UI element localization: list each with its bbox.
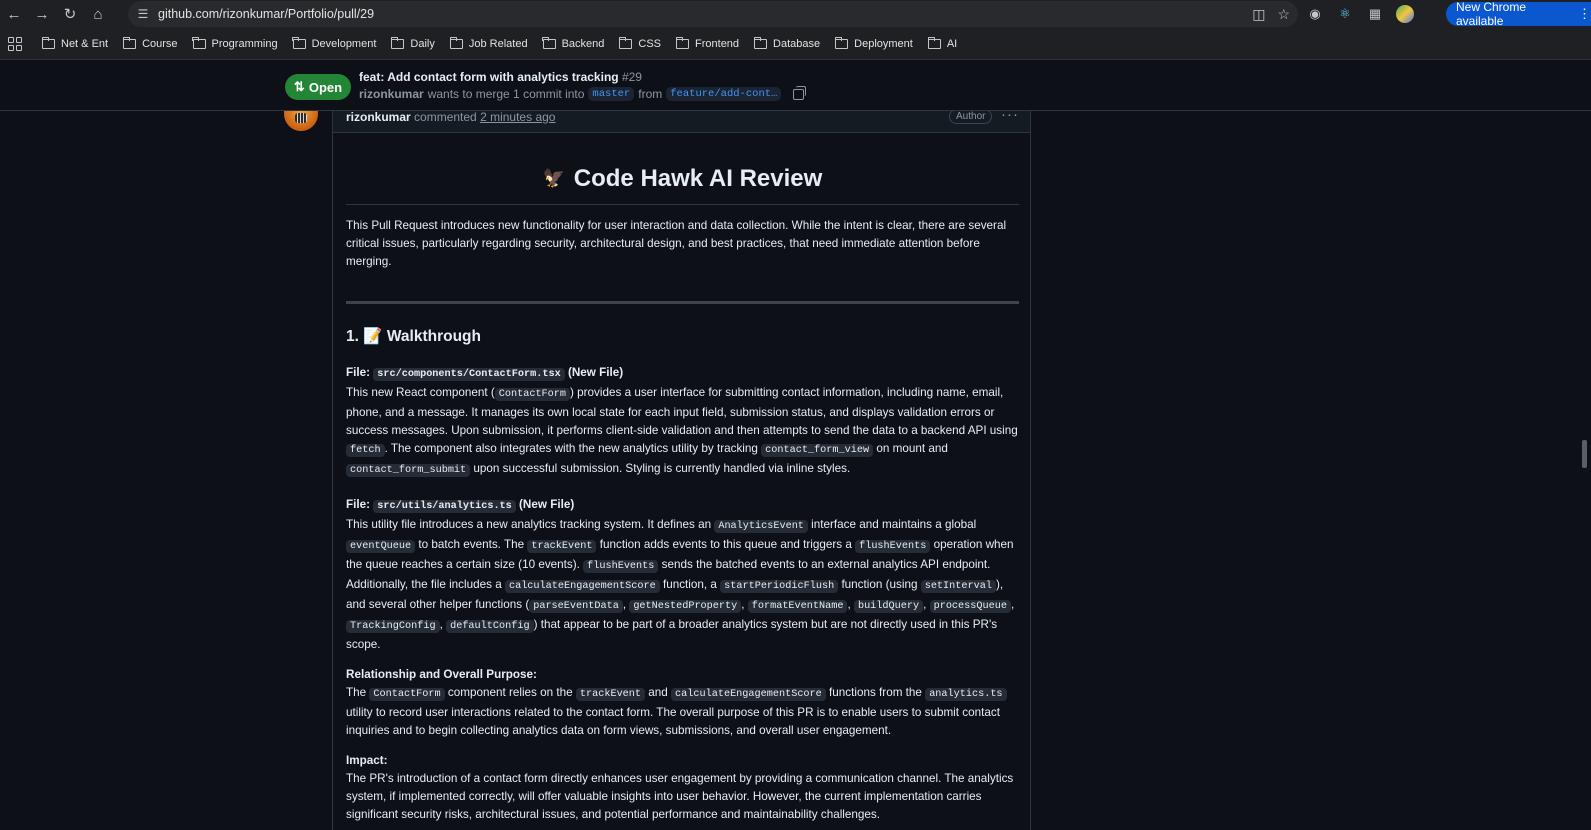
folder-icon <box>391 36 405 49</box>
apps-grid-icon[interactable] <box>8 36 22 51</box>
pr-merge-info: rizonkumar wants to merge 1 commit into … <box>359 85 807 101</box>
file-path: src/components/ContactForm.tsx <box>373 368 565 381</box>
walkthrough-heading: 1. 📝 Walkthrough <box>346 328 481 345</box>
folder-icon <box>292 36 306 49</box>
file-heading: File: src/components/ContactForm.tsx (Ne… <box>346 366 624 381</box>
head-branch[interactable]: feature/add-cont… <box>666 87 782 101</box>
bookmark-folder[interactable]: CSS <box>619 36 661 50</box>
extension-circle-icon[interactable]: ◉ <box>1306 5 1324 23</box>
folder-icon <box>927 36 941 49</box>
pr-number: #29 <box>621 70 642 84</box>
intro-paragraph: This Pull Request introduces new functio… <box>346 219 1007 268</box>
folder-icon <box>41 36 55 49</box>
bookmark-star-icon[interactable]: ☆ <box>1277 6 1290 23</box>
comment-timestamp[interactable]: 2 minutes ago <box>480 110 555 124</box>
react-devtools-icon[interactable]: ⚛ <box>1336 5 1354 23</box>
forward-icon[interactable]: → <box>28 0 56 28</box>
chrome-update-button[interactable]: New Chrome available ⋮ <box>1446 0 1591 28</box>
hawk-icon: 🦅 <box>542 168 566 188</box>
review-title: 🦅 Code Hawk AI Review <box>542 165 823 192</box>
folder-icon <box>192 36 206 49</box>
home-icon[interactable]: ⌂ <box>84 0 112 28</box>
relationship-heading: Relationship and Overall Purpose: <box>346 668 537 681</box>
copy-icon[interactable] <box>793 85 807 100</box>
bookmark-folder[interactable]: Course <box>122 36 178 50</box>
site-settings-icon[interactable]: ☰ <box>130 1 156 27</box>
pr-state-badge: ⇅ Open <box>285 74 351 100</box>
file-path: src/utils/analytics.ts <box>373 500 516 513</box>
comment-meta: rizonkumar commented 2 minutes ago <box>346 110 556 124</box>
comment-card: rizonkumar commented 2 minutes ago Autho… <box>332 103 1031 830</box>
git-pull-request-icon: ⇅ <box>293 79 305 94</box>
reload-icon[interactable]: ↻ <box>56 0 84 28</box>
back-icon[interactable]: ← <box>0 0 28 28</box>
pr-title: feat: Add contact form with analytics tr… <box>359 70 642 84</box>
comment-author[interactable]: rizonkumar <box>346 110 411 124</box>
scrollbar-thumb[interactable] <box>1582 440 1587 468</box>
browser-toolbar: ← → ↻ ⌂ ☰ github.com/rizonkumar/Portfoli… <box>0 0 1591 28</box>
file-description: This utility file introduces a new analy… <box>346 518 1015 651</box>
author-badge: Author <box>949 109 993 124</box>
bookmark-folder[interactable]: AI <box>927 36 957 50</box>
folder-icon <box>675 36 690 49</box>
bookmark-folder[interactable]: Development <box>292 36 376 50</box>
bookmark-folder[interactable]: Programming <box>192 36 278 50</box>
bookmarks-bar: Net & Ent Course Programming Development… <box>0 28 1591 60</box>
bookmark-folder[interactable]: Database <box>753 36 820 50</box>
update-label: New Chrome available <box>1456 0 1527 28</box>
bookmark-folder[interactable]: Daily <box>391 36 435 50</box>
impact-heading: Impact: <box>346 754 388 767</box>
bookmark-folder[interactable]: Frontend <box>675 36 739 50</box>
address-bar[interactable]: ☰ github.com/rizonkumar/Portfolio/pull/2… <box>128 1 1298 27</box>
profile-avatar[interactable] <box>1396 5 1414 23</box>
folder-icon <box>542 36 556 49</box>
url-text[interactable]: github.com/rizonkumar/Portfolio/pull/29 <box>158 7 374 21</box>
relationship-paragraph: The ContactForm component relies on the … <box>346 684 1019 740</box>
base-branch[interactable]: master <box>588 87 635 101</box>
folder-icon <box>834 36 849 49</box>
extensions-puzzle-icon[interactable]: ▦ <box>1366 5 1384 23</box>
menu-kebab-icon[interactable]: ⋮ <box>1578 6 1591 22</box>
pr-sticky-header: ⇅ Open feat: Add contact form with analy… <box>0 61 1591 111</box>
bookmark-folder[interactable]: Deployment <box>834 36 913 50</box>
folder-icon <box>449 36 463 49</box>
bookmark-folder[interactable]: Backend <box>542 36 604 50</box>
file-heading: File: src/utils/analytics.ts (New File) <box>346 498 575 513</box>
file-description: This new React component (ContactForm) p… <box>346 386 1018 477</box>
bookmark-folder[interactable]: Net & Ent <box>41 36 108 50</box>
comment-body: 🦅 Code Hawk AI Review This Pull Request … <box>346 134 1019 830</box>
folder-icon <box>619 36 633 49</box>
bookmark-folder[interactable]: Job Related <box>449 36 528 50</box>
impact-paragraph: The PR's introduction of a contact form … <box>346 772 1014 821</box>
folder-icon <box>753 36 768 49</box>
pr-author-link[interactable]: rizonkumar <box>359 87 424 101</box>
install-app-icon[interactable]: ◫ <box>1252 6 1265 23</box>
divider <box>346 204 1019 205</box>
divider <box>346 301 1019 304</box>
folder-icon <box>122 36 137 49</box>
